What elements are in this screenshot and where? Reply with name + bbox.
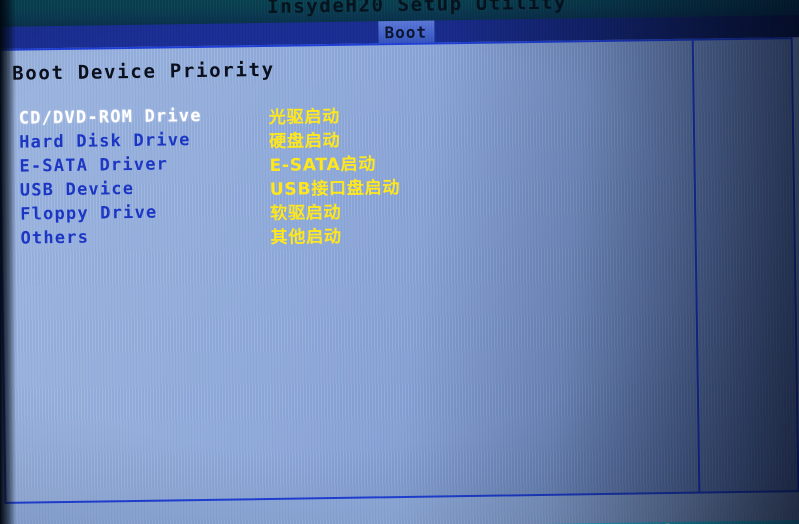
setup-window: Boot Device Priority CD/DVD-ROM Drive 光驱… [0,37,799,504]
boot-device-label: Floppy Drive [20,202,158,225]
boot-device-label: Hard Disk Drive [18,130,191,153]
boot-device-label: USB Device [19,178,135,201]
boot-device-annotation: USB接口盘启动 [269,177,401,200]
help-pane [694,39,798,491]
bios-screenshot: InsydeH20 Setup Utility Boot Boot Device… [0,0,799,524]
boot-device-annotation: 光驱启动 [268,106,341,128]
section-title: Boot Device Priority [11,58,276,85]
os-taskbar[interactable]: 50 [0,519,799,524]
boot-device-annotation: 其他启动 [270,226,342,248]
lcd-photo-surface: InsydeH20 Setup Utility Boot Boot Device… [0,0,799,524]
boot-priority-pane: Boot Device Priority CD/DVD-ROM Drive 光驱… [0,41,698,502]
boot-device-label: Others [20,227,90,249]
boot-device-annotation: 软驱启动 [270,202,342,224]
boot-device-label: CD/DVD-ROM Drive [18,105,202,129]
boot-device-annotation: E-SATA启动 [269,153,377,176]
boot-device-annotation: 硬盘启动 [268,130,341,152]
boot-device-list[interactable]: CD/DVD-ROM Drive 光驱启动 Hard Disk Drive 硬盘… [11,97,695,251]
boot-device-label: E-SATA Driver [19,154,169,177]
tab-boot-label: Boot [384,22,428,42]
tab-boot[interactable]: Boot [378,20,435,44]
page-title: InsydeH20 Setup Utility [267,0,568,18]
